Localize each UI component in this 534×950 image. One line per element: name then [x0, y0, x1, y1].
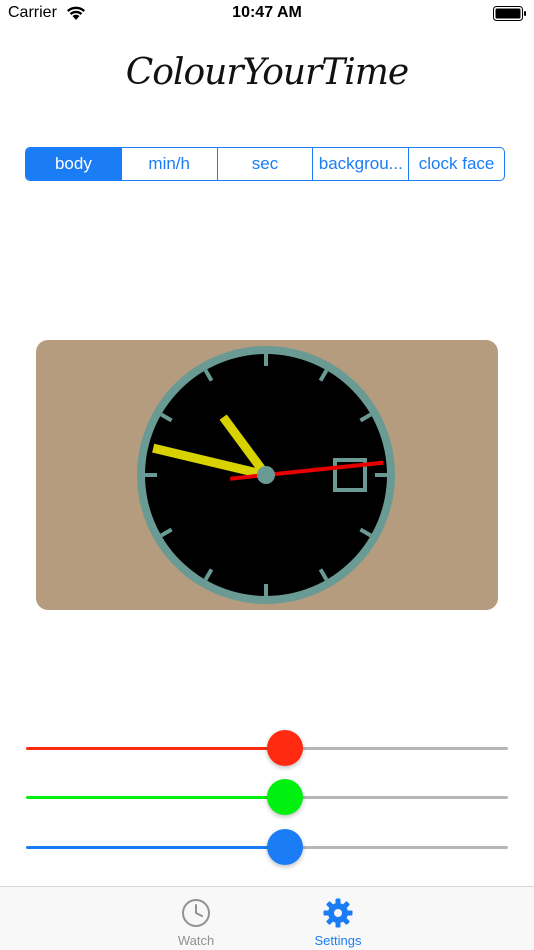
- tab-watch-label: Watch: [177, 933, 215, 948]
- blue-slider-track: [285, 846, 508, 849]
- blue-slider-thumb[interactable]: [267, 829, 303, 865]
- red-slider-thumb[interactable]: [267, 730, 303, 766]
- screen: Carrier 10:47 AM ColourYourTime body min…: [0, 0, 534, 950]
- red-slider[interactable]: [26, 728, 508, 768]
- segment-body[interactable]: body: [26, 148, 122, 180]
- clock-preview: [137, 346, 395, 604]
- segment-background[interactable]: backgrou...: [313, 148, 410, 180]
- segment-min-h[interactable]: min/h: [122, 148, 218, 180]
- green-slider-thumb[interactable]: [267, 779, 303, 815]
- green-slider-track: [285, 796, 508, 799]
- status-time: 10:47 AM: [232, 4, 302, 21]
- tab-settings-label: Settings: [314, 933, 362, 948]
- tab-bar: Watch Settings: [0, 886, 534, 950]
- segment-clock-face[interactable]: clock face: [409, 148, 504, 180]
- status-bar: Carrier 10:47 AM: [0, 0, 534, 28]
- tab-watch[interactable]: Watch: [136, 887, 256, 950]
- red-slider-track: [285, 747, 508, 750]
- gear-icon: [323, 898, 353, 928]
- red-slider-fill: [26, 747, 285, 750]
- app-title: ColourYourTime: [125, 52, 409, 93]
- tab-settings[interactable]: Settings: [278, 887, 398, 950]
- green-slider-fill: [26, 796, 285, 799]
- blue-slider[interactable]: [26, 827, 508, 867]
- clock-icon: [182, 899, 210, 927]
- battery-icon: [493, 6, 526, 21]
- center-cap: [257, 466, 275, 484]
- green-slider[interactable]: [26, 777, 508, 817]
- color-target-segmented-control[interactable]: body min/h sec backgrou... clock face: [25, 147, 505, 181]
- blue-slider-fill: [26, 846, 285, 849]
- segment-sec[interactable]: sec: [218, 148, 314, 180]
